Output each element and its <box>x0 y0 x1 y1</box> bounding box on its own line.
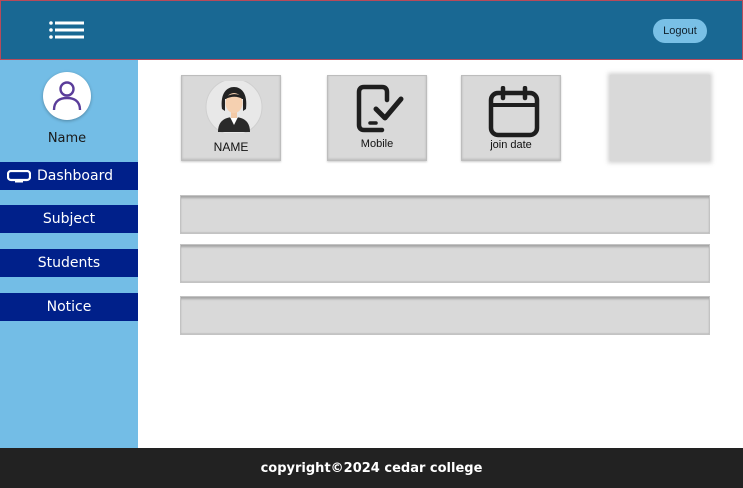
sidebar-item-notice[interactable]: Notice <box>0 293 138 321</box>
sidebar-item-subject[interactable]: Subject <box>0 205 138 233</box>
woman-profile-icon <box>205 78 263 138</box>
sidebar-item-label: Dashboard <box>37 168 113 184</box>
copyright-text: copyright©2024 cedar college <box>260 460 483 476</box>
mobile-card-label: Mobile <box>360 138 394 150</box>
sidebar-item-dashboard[interactable]: Dashboard <box>0 162 138 190</box>
sidebar-item-label: Students <box>37 255 101 271</box>
logout-button[interactable]: Logout <box>653 19 707 43</box>
sidebar-item-label: Notice <box>46 299 92 315</box>
join-date-card: join date <box>461 75 561 161</box>
footer: copyright©2024 cedar college <box>0 448 743 488</box>
list-menu-icon[interactable] <box>49 21 85 39</box>
mobile-check-icon <box>356 84 406 139</box>
name-card-label: NAME <box>213 140 249 154</box>
join-date-card-label: join date <box>490 139 532 151</box>
user-avatar-icon <box>52 81 82 111</box>
mobile-card: Mobile <box>327 75 427 161</box>
placeholder-card <box>610 75 710 161</box>
info-bar-3 <box>180 296 710 335</box>
info-bar-2 <box>180 244 710 283</box>
user-name: Name <box>47 131 87 146</box>
sidebar: Name Dashboard Subject Students Notice <box>0 60 138 448</box>
sidebar-item-students[interactable]: Students <box>0 249 138 277</box>
info-bar-1 <box>180 195 710 234</box>
calendar-icon <box>488 85 540 143</box>
monitor-icon <box>6 169 32 183</box>
avatar[interactable] <box>43 72 91 120</box>
top-header: Logout <box>0 0 743 60</box>
name-card: NAME <box>181 75 281 161</box>
sidebar-item-label: Subject <box>42 211 96 227</box>
